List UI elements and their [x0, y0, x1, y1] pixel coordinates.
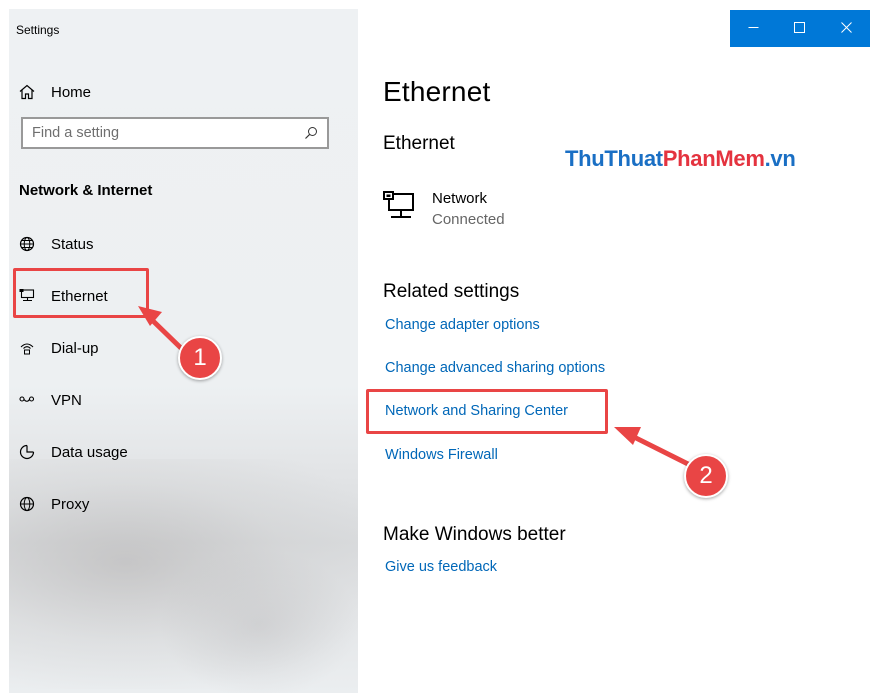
sidebar-item-label: Status — [51, 235, 94, 253]
home-nav-item[interactable]: Home — [18, 80, 91, 104]
sidebar-item-data-usage[interactable]: Data usage — [18, 440, 128, 464]
background-blur-2 — [159, 549, 358, 693]
vpn-icon — [18, 391, 36, 409]
home-icon — [18, 83, 36, 101]
sidebar-item-dialup[interactable]: Dial-up — [18, 336, 99, 360]
watermark-logo: ThuThuatPhanMem.vn — [565, 146, 796, 172]
globe-icon — [18, 235, 36, 253]
sidebar-item-proxy[interactable]: Proxy — [18, 492, 89, 516]
change-advanced-sharing-link[interactable]: Change advanced sharing options — [385, 360, 605, 376]
callout-number-2: 2 — [684, 454, 728, 498]
arrow-2-shaft — [629, 433, 693, 468]
maximize-button[interactable] — [777, 10, 824, 47]
search-settings-input[interactable]: Find a setting — [21, 117, 329, 149]
ethernet-highlight-box — [13, 268, 149, 318]
sidebar-item-label: Proxy — [51, 495, 90, 513]
network-status: Connected — [432, 211, 505, 228]
data-usage-icon — [18, 443, 36, 461]
arrow-2-head — [614, 427, 641, 445]
dialup-icon — [18, 339, 36, 357]
maximize-icon — [794, 20, 806, 38]
close-button[interactable] — [823, 10, 870, 47]
network-name: Network — [432, 190, 488, 207]
sidebar-item-status[interactable]: Status — [18, 232, 94, 256]
app-title: Settings — [16, 23, 60, 37]
sidebar-item-label: VPN — [51, 391, 82, 409]
page-title: Ethernet — [383, 76, 491, 107]
sidebar-item-label: Dial-up — [51, 339, 99, 357]
home-label: Home — [51, 83, 92, 101]
watermark-part2: PhanMem — [662, 146, 765, 171]
proxy-globe-icon — [18, 495, 36, 513]
ethernet-subtitle: Ethernet — [383, 133, 455, 154]
close-icon — [841, 20, 852, 38]
network-connection-item[interactable]: Network Connected — [383, 189, 505, 231]
window-controls — [730, 10, 870, 47]
watermark-part1: ThuThuat — [565, 146, 663, 171]
windows-firewall-link[interactable]: Windows Firewall — [385, 447, 498, 463]
search-placeholder: Find a setting — [32, 125, 120, 141]
ethernet-monitor-icon — [383, 189, 421, 225]
sidebar-item-vpn[interactable]: VPN — [18, 388, 82, 412]
section-header: Network & Internet — [19, 182, 153, 199]
related-settings-heading: Related settings — [383, 281, 520, 302]
sidebar-item-label: Data usage — [51, 443, 128, 461]
change-adapter-options-link[interactable]: Change adapter options — [385, 317, 540, 333]
give-feedback-link[interactable]: Give us feedback — [385, 559, 497, 575]
search-icon[interactable] — [304, 126, 318, 140]
make-windows-better-heading: Make Windows better — [383, 524, 566, 545]
sharing-center-highlight-box — [366, 389, 608, 434]
minimize-icon — [748, 20, 759, 38]
minimize-button[interactable] — [730, 10, 777, 47]
callout-number-1: 1 — [178, 336, 222, 380]
watermark-part3: .vn — [764, 146, 796, 171]
